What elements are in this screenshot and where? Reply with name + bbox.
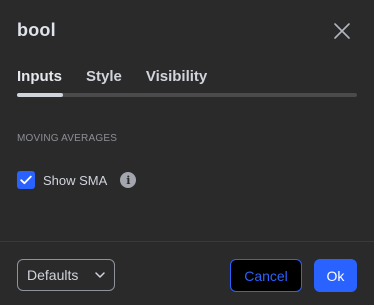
chevron-down-icon [95,272,105,278]
tab-active-indicator [17,93,63,97]
info-icon[interactable]: i [120,172,137,188]
dialog-title: bool [17,20,56,40]
defaults-dropdown[interactable]: Defaults [17,259,115,291]
footer-divider [0,241,374,242]
tab-visibility[interactable]: Visibility [146,68,207,85]
show-sma-label: Show SMA [43,172,108,188]
tab-style[interactable]: Style [86,68,122,85]
settings-dialog: bool Inputs Style Visibility MOVING AVER… [0,0,374,305]
cancel-button[interactable]: Cancel [230,259,302,292]
show-sma-option: Show SMA i [17,171,137,189]
check-icon [20,175,32,185]
tab-bar: Inputs Style Visibility [17,68,231,85]
ok-button[interactable]: Ok [314,259,357,292]
close-icon[interactable] [331,20,353,42]
defaults-label: Defaults [27,267,79,283]
tab-track [17,93,357,97]
show-sma-checkbox[interactable] [17,171,35,189]
section-title: MOVING AVERAGES [17,133,118,144]
tab-inputs[interactable]: Inputs [17,68,62,85]
